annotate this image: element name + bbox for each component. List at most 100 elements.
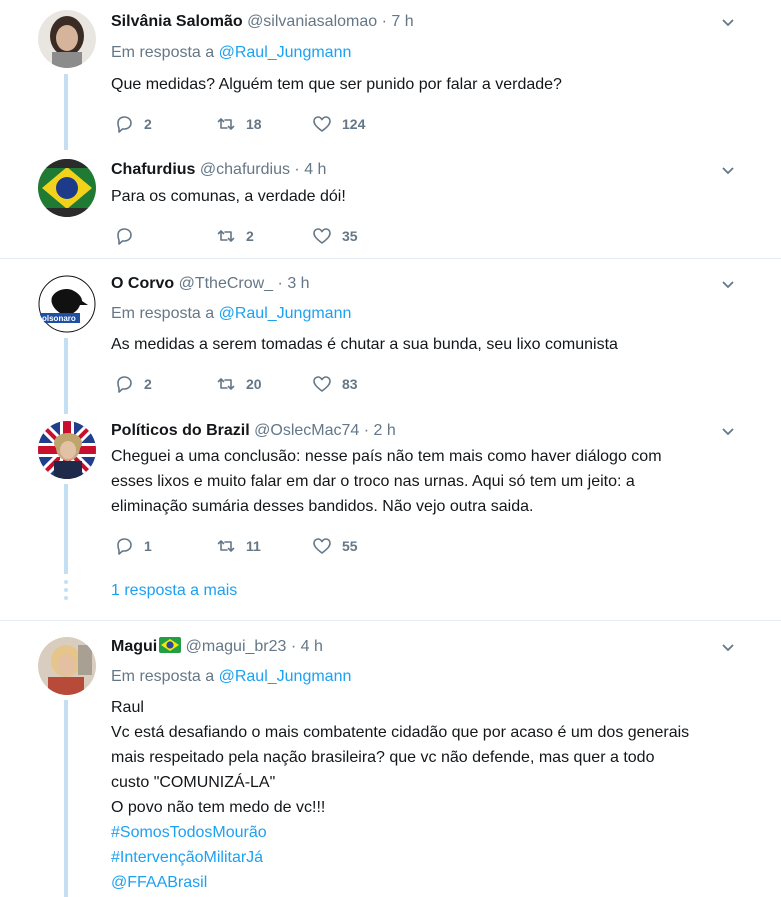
tweet-text-line: Para os comunas, a verdade dói! [111,188,346,205]
user-name[interactable]: Silvânia Salomão [111,13,243,30]
like-count: 83 [342,376,358,392]
retweet-count: 20 [246,376,262,392]
tweet-actions: 1 11 55 [114,535,358,557]
like-count: 124 [342,116,366,132]
reply-icon [117,376,132,393]
reply-mention-link[interactable]: @Raul_Jungmann [219,44,352,61]
separator [0,620,781,621]
reply-context: Em resposta a @Raul_Jungmann [111,667,351,687]
tweet-text-line: Vc está desafiando o mais combatente cid… [111,724,690,741]
chevron-down-icon[interactable] [721,641,735,655]
tweet-header: Chafurdius @chafurdius · 4 h [111,160,326,180]
timestamp[interactable]: 4 h [301,638,323,655]
reply-mention-link[interactable]: @Raul_Jungmann [219,305,352,322]
tweet-text: Para os comunas, a verdade dói! [111,184,751,209]
user-handle[interactable]: @OslecMac74 [254,422,359,439]
timestamp[interactable]: 2 h [374,422,396,439]
heart-icon [313,116,331,132]
user-name[interactable]: Magui [111,638,157,655]
timestamp[interactable]: 4 h [304,161,326,178]
timestamp[interactable]: 7 h [391,13,413,30]
tweet-text-line: As medidas a serem tomadas é chutar a su… [111,336,618,353]
tweet-text-line: mais respeitado pela nação brasileira? q… [111,749,655,766]
retweet-button[interactable]: 18 [216,114,312,134]
tweet-text-line: custo "COMUNIZÁ-LA" [111,774,276,791]
like-button[interactable]: 35 [312,226,358,246]
user-handle[interactable]: @silvaniasalomao [247,13,377,30]
tweet-text-line: O povo não tem medo de vc!!! [111,799,326,816]
avatar[interactable] [38,159,96,217]
brazil-flag-emoji [159,637,182,653]
user-handle[interactable]: @chafurdius [200,161,290,178]
user-handle[interactable]: @magui_br23 [186,638,287,655]
user-name[interactable]: Políticos do Brazil [111,422,250,439]
avatar-label: olsonaro [42,314,76,323]
retweet-button[interactable]: 2 [216,226,312,246]
heart-icon [313,376,331,392]
tweet-text-line: eliminação sumária desses bandidos. Não … [111,498,534,515]
tweet-header: Magui @magui_br23 · 4 h [111,637,323,657]
like-button[interactable]: 124 [312,114,365,134]
crow-avatar: olsonaro [38,275,96,333]
thread-line [64,74,68,150]
reply-button[interactable]: 2 [114,114,216,134]
avatar-photo [38,10,96,68]
like-button[interactable]: 55 [312,536,358,556]
thread-line [64,700,68,897]
heart-icon [313,538,331,554]
chevron-down-icon[interactable] [721,16,735,30]
reply-context: Em resposta a @Raul_Jungmann [111,43,351,63]
chevron-down-icon[interactable] [721,278,735,292]
reply-count: 1 [144,538,152,554]
retweet-icon [217,118,235,130]
uk-flag-avatar [38,421,96,479]
thread-line [64,484,68,574]
like-count: 35 [342,228,358,244]
chevron-down-icon[interactable] [721,425,735,439]
user-name[interactable]: O Corvo [111,275,174,292]
tweet-text-line: Cheguei a uma conclusão: nesse país não … [111,448,662,465]
retweet-button[interactable]: 11 [216,536,312,556]
reply-prefix: Em resposta a [111,44,215,61]
reply-button[interactable]: 1 [114,536,216,556]
tweet-text-line: esses lixos e muito falar em dar o troco… [111,473,635,490]
retweet-icon [217,230,235,242]
like-count: 55 [342,538,358,554]
show-more-replies-link[interactable]: 1 resposta a mais [111,581,237,601]
hashtag-link[interactable]: #IntervençãoMilitarJá [111,845,751,870]
dot-separator: · [290,638,297,655]
avatar[interactable] [38,637,96,695]
retweet-button[interactable]: 20 [216,374,312,394]
dot-separator: · [363,422,370,439]
user-handle[interactable]: @TtheCrow_ [179,275,274,292]
tweet-text: Que medidas? Alguém tem que ser punido p… [111,72,751,97]
avatar[interactable] [38,10,96,68]
dot-separator: · [294,161,300,178]
avatar[interactable] [38,421,96,479]
reply-button[interactable] [114,226,216,246]
avatar[interactable]: olsonaro [38,275,96,333]
reply-mention-link[interactable]: @Raul_Jungmann [219,668,352,685]
tweet-text-line: Raul [111,699,144,716]
brazil-flag-avatar [38,159,96,217]
reply-count: 2 [144,376,152,392]
chevron-down-icon[interactable] [721,164,735,178]
retweet-count: 18 [246,116,262,132]
more-replies-dots [64,580,68,604]
mention-link[interactable]: @FFAABrasil [111,870,751,895]
retweet-icon [217,378,235,390]
tweet-actions: 2 18 124 [114,113,365,135]
retweet-count: 11 [246,538,261,554]
reply-button[interactable]: 2 [114,374,216,394]
retweet-icon [217,540,235,552]
user-name[interactable]: Chafurdius [111,161,195,178]
avatar-photo [38,637,96,695]
reply-icon [117,538,132,555]
reply-icon [117,116,132,133]
separator [0,258,781,259]
reply-icon [117,228,132,245]
hashtag-link[interactable]: #SomosTodosMourão [111,820,751,845]
timestamp[interactable]: 3 h [287,275,309,292]
tweet-actions: 2 20 83 [114,373,358,395]
like-button[interactable]: 83 [312,374,358,394]
